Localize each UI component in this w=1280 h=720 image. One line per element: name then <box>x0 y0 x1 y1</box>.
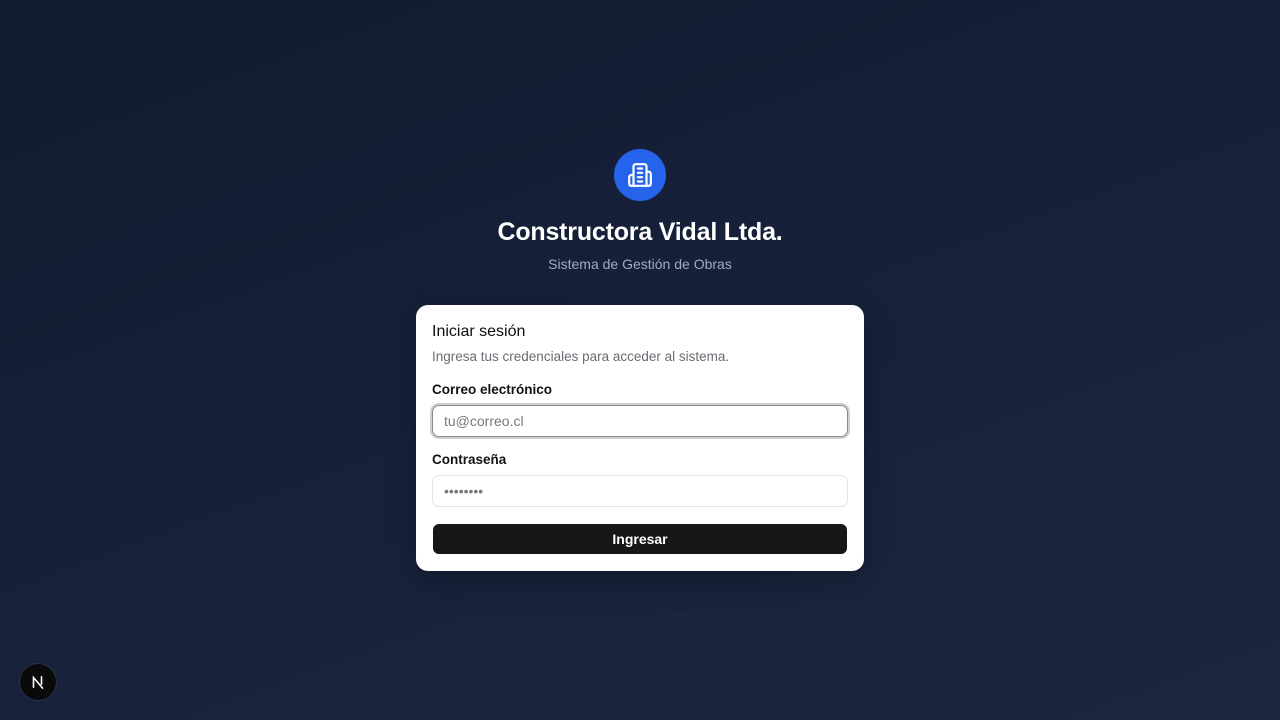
password-label: Contraseña <box>432 452 507 467</box>
building-icon <box>628 163 652 187</box>
email-input[interactable] <box>432 405 848 437</box>
login-title: Iniciar sesión <box>432 323 526 340</box>
nextjs-icon <box>32 675 44 690</box>
login-description: Ingresa tus credenciales para acceder al… <box>432 349 730 364</box>
company-name: Constructora Vidal Ltda. <box>497 218 783 246</box>
email-label: Correo electrónico <box>432 382 553 397</box>
password-input[interactable] <box>432 475 848 507</box>
system-subtitle: Sistema de Gestión de Obras <box>548 256 732 272</box>
brand-logo <box>614 149 666 201</box>
nextjs-dev-badge[interactable] <box>20 664 56 700</box>
login-button[interactable]: Ingresar <box>433 524 847 554</box>
login-card: Iniciar sesión Ingresa tus credenciales … <box>416 305 864 571</box>
